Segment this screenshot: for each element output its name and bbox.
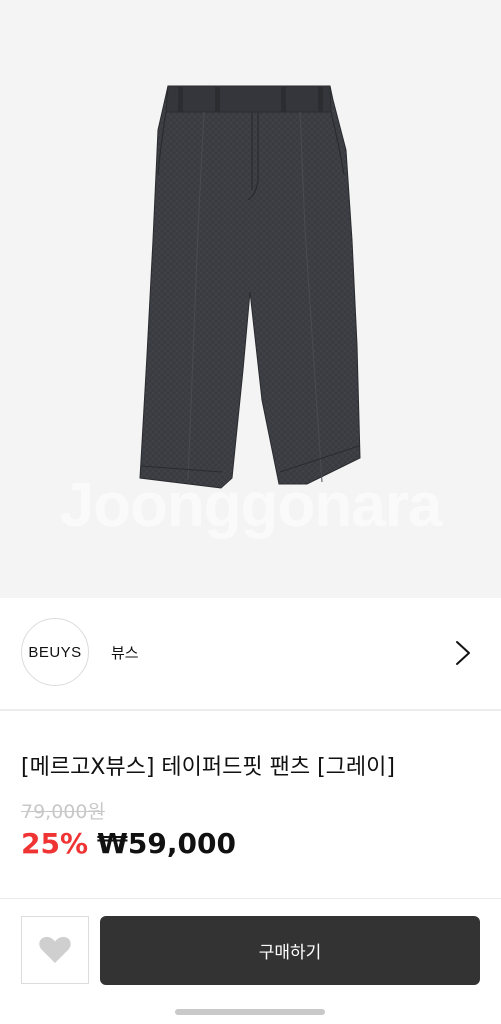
product-info: [메르고X뷰스] 테이퍼드핏 팬츠 [그레이] 79,000원 25% ₩59,… [0,711,501,899]
home-indicator[interactable] [175,1009,325,1015]
product-image[interactable]: Joonggonara [0,0,501,598]
watermark: Joonggonara [59,471,443,540]
product-title: [메르고X뷰스] 테이퍼드핏 팬츠 [그레이] [21,755,395,780]
seller-row[interactable]: BEUYS 뷰스 [0,598,501,711]
sale-price: ₩59,000 [97,827,236,860]
original-price: 79,000원 [21,801,105,823]
seller-name[interactable]: 뷰스 [111,642,139,663]
like-button[interactable] [21,916,89,984]
discount-rate: 25% [21,827,89,860]
chevron-right-icon[interactable] [450,638,476,668]
heart-icon [39,936,71,963]
seller-logo[interactable]: BEUYS [21,618,89,686]
bottom-bar: 구매하기 [0,899,501,1024]
buy-button[interactable]: 구매하기 [100,916,480,985]
